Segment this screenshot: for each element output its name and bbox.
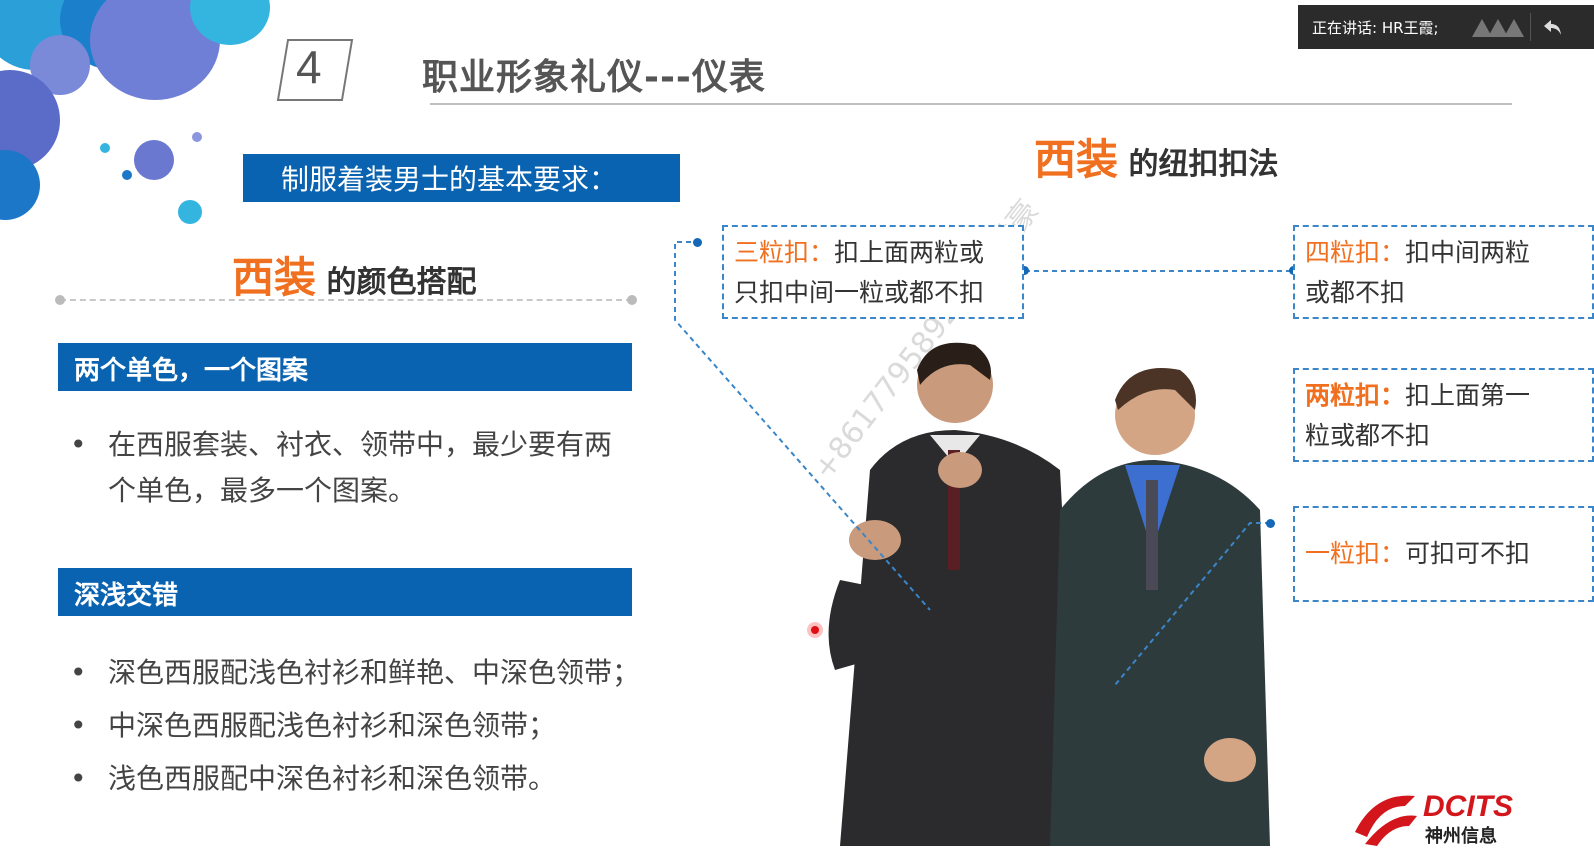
slide-title: 职业形象礼仪---仪表 [422,57,766,98]
laser-pointer [807,622,823,638]
list-item-text: 在西服套装、衬衣、领带中，最少要有两 [108,428,613,461]
logo-text: DCITS [1423,790,1513,823]
callout-one-button: 一粒扣：可扣可不扣 [1293,506,1594,602]
list-item-text: 个单色，最多一个图案。 [108,474,417,507]
button-heading: 西装 的纽扣扣法 [1034,126,1278,187]
audio-wave-icon [1472,19,1524,37]
callout-key: 四粒扣： [1305,238,1406,267]
requirement-banner: 制服着装男士的基本要求： [243,154,680,202]
list-item: 浅色西服配中深色衬衫和深色领带。 [70,752,640,805]
list-item: 在西服套装、衬衣、领带中，最少要有两 个单色，最多一个图案。 [70,422,612,514]
two-solids-list: 在西服套装、衬衣、领带中，最少要有两 个单色，最多一个图案。 [70,422,612,514]
callout-three-button: 三粒扣：扣上面两粒或 只扣中间一粒或都不扣 [722,225,1024,319]
button-heading-accent: 西装 [1034,135,1119,184]
section-bar-two-solids: 两个单色，一个图案 [58,343,632,391]
callout-four-button: 四粒扣：扣中间两粒 或都不扣 [1293,225,1594,319]
callout-key: 三粒扣： [734,238,835,267]
reply-arrow-icon[interactable] [1542,16,1564,38]
callout-key: 两粒扣： [1305,381,1406,410]
callout-text: 扣上面第一 [1405,381,1531,410]
speaking-text: 正在讲话: HR王霞; [1312,19,1439,37]
callout-text: 粒或都不扣 [1305,421,1431,450]
logo-subtext: 神州信息 [1425,826,1497,847]
logo-mark-icon [1355,795,1417,846]
title-divider [430,103,1512,105]
callout-text: 扣中间两粒 [1405,238,1531,267]
button-heading-rest: 的纽扣扣法 [1118,147,1279,182]
list-item: 深色西服配浅色衬衫和鲜艳、中深色领带； [70,646,640,699]
heading-divider [60,299,632,301]
callout-text: 或都不扣 [1305,278,1406,307]
connector-dot [693,238,702,247]
color-heading-accent: 西装 [232,253,317,302]
divider [1530,13,1531,41]
speaking-indicator: 正在讲话: HR王霞; [1298,5,1594,49]
contrast-list: 深色西服配浅色衬衫和鲜艳、中深色领带； 中深色西服配浅色衬衫和深色领带； 浅色西… [70,646,640,805]
callout-text: 只扣中间一粒或都不扣 [734,278,985,307]
color-heading-rest: 的颜色搭配 [316,265,477,300]
divider-endpoint-left [55,295,65,305]
section-bar-contrast: 深浅交错 [58,568,632,616]
list-item: 中深色西服配浅色衬衫和深色领带； [70,699,640,752]
callout-two-button: 两粒扣：扣上面第一 粒或都不扣 [1293,368,1594,462]
connector-dot [1266,519,1275,528]
divider-endpoint-right [627,295,637,305]
callout-text: 扣上面两粒或 [834,238,985,267]
section-number: 4 [296,41,322,93]
callout-text: 可扣可不扣 [1405,539,1531,568]
callout-key: 一粒扣： [1305,539,1406,568]
color-heading: 西装 的颜色搭配 [232,244,476,305]
dcits-logo: DCITS 神州信息 [1345,782,1545,847]
